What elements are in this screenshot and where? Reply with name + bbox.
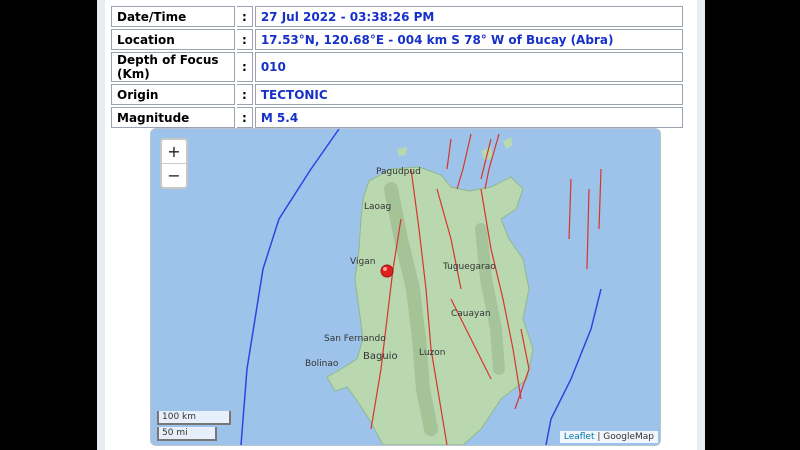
info-value: 27 Jul 2022 - 03:38:26 PM <box>254 6 683 27</box>
place-vigan: Vigan <box>350 257 375 267</box>
place-luzon: Luzon <box>419 348 446 358</box>
info-value: M 5.4 <box>254 107 683 128</box>
map-attribution: Leaflet | GoogleMap <box>559 431 658 443</box>
info-row-location: Location : 17.53°N, 120.68°E - 004 km S … <box>111 29 683 50</box>
info-label: Location <box>111 29 235 50</box>
island <box>397 147 407 156</box>
info-separator: : <box>237 84 253 105</box>
info-label: Origin <box>111 84 235 105</box>
place-san-fernando: San Fernando <box>324 334 386 344</box>
epicenter-marker[interactable] <box>380 264 394 278</box>
info-separator: : <box>237 6 253 27</box>
zoom-out-button[interactable]: − <box>162 163 186 187</box>
earthquake-info-table: Date/Time : 27 Jul 2022 - 03:38:26 PM Lo… <box>109 4 685 130</box>
zoom-in-button[interactable]: + <box>162 140 186 163</box>
info-row-datetime: Date/Time : 27 Jul 2022 - 03:38:26 PM <box>111 6 683 27</box>
attribution-separator: | <box>594 432 604 442</box>
place-bolinao: Bolinao <box>305 359 339 369</box>
place-baguio: Baguio <box>363 351 398 362</box>
info-label: Date/Time <box>111 6 235 27</box>
info-separator: : <box>237 52 253 82</box>
scale-bar-mi: 50 mi <box>157 427 217 441</box>
info-row-origin: Origin : TECTONIC <box>111 84 683 105</box>
leaflet-link[interactable]: Leaflet <box>564 432 595 442</box>
info-value: 010 <box>254 52 683 82</box>
info-separator: : <box>237 29 253 50</box>
info-row-depth: Depth of Focus (Km) : 010 <box>111 52 683 82</box>
info-separator: : <box>237 107 253 128</box>
scale-bar-km: 100 km <box>157 411 231 425</box>
info-label: Depth of Focus (Km) <box>111 52 235 82</box>
content-area: Date/Time : 27 Jul 2022 - 03:38:26 PM Lo… <box>105 0 697 450</box>
info-value: TECTONIC <box>254 84 683 105</box>
attribution-source: GoogleMap <box>603 432 654 442</box>
trench-line-east <box>545 288 602 445</box>
map-canvas[interactable]: Pagudpud Laoag Vigan Tuguegarao Cauayan … <box>151 129 660 445</box>
info-row-magnitude: Magnitude : M 5.4 <box>111 107 683 128</box>
trench-line-west <box>240 129 340 445</box>
place-pagudpud: Pagudpud <box>376 167 421 177</box>
epicenter-map[interactable]: Pagudpud Laoag Vigan Tuguegarao Cauayan … <box>150 128 661 446</box>
zoom-control: + − <box>160 138 188 189</box>
info-label: Magnitude <box>111 107 235 128</box>
place-laoag: Laoag <box>364 202 391 212</box>
page-panel: Date/Time : 27 Jul 2022 - 03:38:26 PM Lo… <box>97 0 705 450</box>
place-cauayan: Cauayan <box>451 309 491 319</box>
place-tuguegarao: Tuguegarao <box>442 262 496 272</box>
info-value: 17.53°N, 120.68°E - 004 km S 78° W of Bu… <box>254 29 683 50</box>
island <box>503 137 513 149</box>
